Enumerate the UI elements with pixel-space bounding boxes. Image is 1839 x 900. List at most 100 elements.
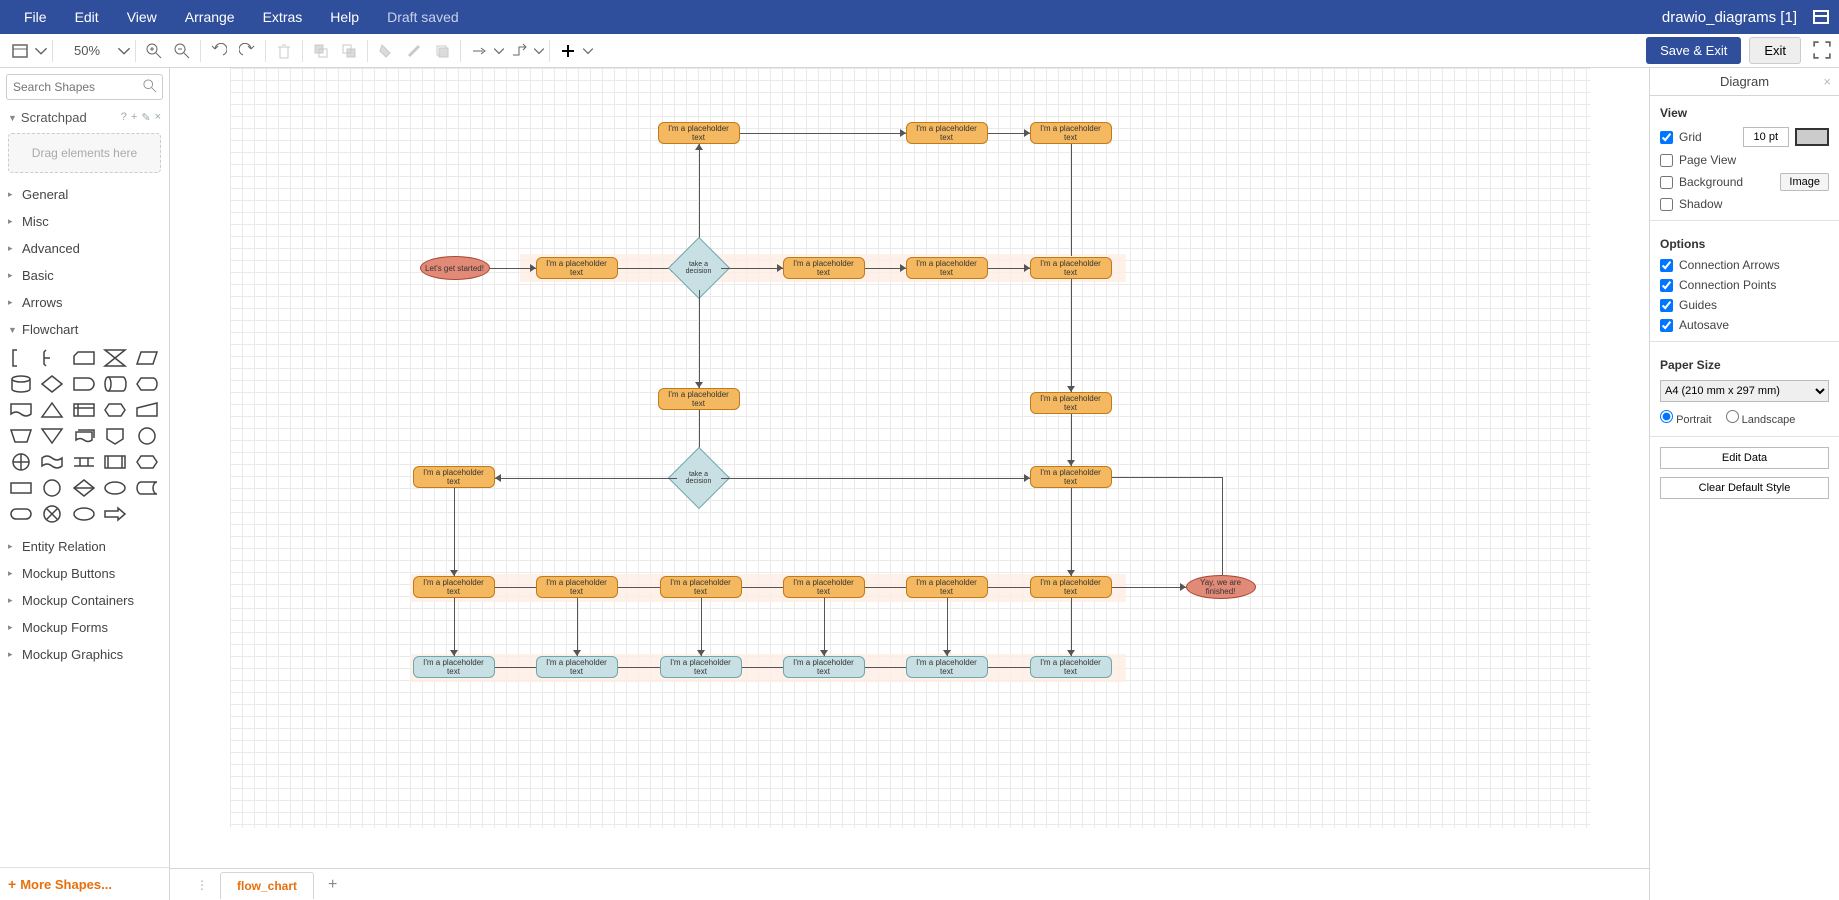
canvas-viewport[interactable]: I'm a placeholder text I'm a placeholder… xyxy=(170,68,1649,868)
node-process[interactable]: I'm a placeholder text xyxy=(658,388,740,410)
exit-button[interactable]: Exit xyxy=(1749,37,1801,64)
shape-sort2[interactable] xyxy=(71,477,97,499)
redo-icon[interactable] xyxy=(233,37,261,65)
node-end[interactable]: Yay, we are finished! xyxy=(1186,575,1256,599)
conn-arrows-checkbox[interactable] xyxy=(1660,259,1673,272)
node-process[interactable]: I'm a placeholder text xyxy=(1030,466,1112,488)
undo-icon[interactable] xyxy=(205,37,233,65)
cat-entity[interactable]: ▸Entity Relation xyxy=(0,533,169,560)
node-process[interactable]: I'm a placeholder text xyxy=(1030,257,1112,279)
menu-view[interactable]: View xyxy=(113,0,171,34)
connection-caret[interactable] xyxy=(493,37,505,65)
shape-direct-data[interactable] xyxy=(102,373,128,395)
pageview-checkbox[interactable] xyxy=(1660,154,1673,167)
node-process[interactable]: I'm a placeholder text xyxy=(783,576,865,598)
grid-size-input[interactable] xyxy=(1743,127,1789,147)
grid-checkbox[interactable] xyxy=(1660,131,1673,144)
add-page-icon[interactable]: + xyxy=(318,872,347,898)
shape-delay[interactable] xyxy=(71,373,97,395)
shape-internal[interactable] xyxy=(71,399,97,421)
shape-sum[interactable] xyxy=(39,503,65,525)
shape-input[interactable] xyxy=(134,399,160,421)
node-process[interactable]: I'm a placeholder text xyxy=(1030,122,1112,144)
cat-arrows[interactable]: ▸Arrows xyxy=(0,289,169,316)
node-process[interactable]: I'm a placeholder text xyxy=(906,122,988,144)
autosave-checkbox[interactable] xyxy=(1660,319,1673,332)
format-panel-close-icon[interactable]: × xyxy=(1823,74,1831,89)
shape-sort[interactable] xyxy=(39,477,65,499)
search-shapes-input[interactable] xyxy=(6,74,163,100)
node-process[interactable]: I'm a placeholder text xyxy=(413,576,495,598)
shadow-icon[interactable] xyxy=(428,37,456,65)
more-shapes-button[interactable]: +More Shapes... xyxy=(0,867,169,900)
cat-flowchart[interactable]: ▼Flowchart xyxy=(0,316,169,343)
fullscreen-icon[interactable] xyxy=(1813,41,1833,61)
clear-style-button[interactable]: Clear Default Style xyxy=(1660,477,1829,499)
grid-color-swatch[interactable] xyxy=(1795,128,1829,146)
menu-arrange[interactable]: Arrange xyxy=(171,0,249,34)
background-checkbox[interactable] xyxy=(1660,176,1673,189)
connection-icon[interactable] xyxy=(465,37,493,65)
scratchpad-edit-icon[interactable]: ✎ xyxy=(141,111,150,124)
node-subprocess[interactable]: I'm a placeholder text xyxy=(906,656,988,678)
shape-extract[interactable] xyxy=(39,399,65,421)
shape-predefined[interactable] xyxy=(102,451,128,473)
zoom-in-icon[interactable] xyxy=(140,37,168,65)
save-exit-button[interactable]: Save & Exit xyxy=(1646,37,1741,64)
cat-advanced[interactable]: ▸Advanced xyxy=(0,235,169,262)
fill-color-icon[interactable] xyxy=(372,37,400,65)
shape-annotation[interactable] xyxy=(8,347,34,369)
node-process[interactable]: I'm a placeholder text xyxy=(906,257,988,279)
shape-terminator[interactable] xyxy=(8,503,34,525)
format-panel-toggle-icon[interactable] xyxy=(1813,10,1829,24)
line-color-icon[interactable] xyxy=(400,37,428,65)
node-subprocess[interactable]: I'm a placeholder text xyxy=(660,656,742,678)
node-subprocess[interactable]: I'm a placeholder text xyxy=(413,656,495,678)
shape-offpage[interactable] xyxy=(102,425,128,447)
zoom-out-icon[interactable] xyxy=(168,37,196,65)
background-image-button[interactable]: Image xyxy=(1780,173,1829,191)
shape-or[interactable] xyxy=(8,451,34,473)
conn-points-checkbox[interactable] xyxy=(1660,279,1673,292)
portrait-radio[interactable]: Portrait xyxy=(1660,410,1712,426)
document-title[interactable]: drawio_diagrams [1] xyxy=(1662,9,1807,26)
shape-loop[interactable] xyxy=(102,399,128,421)
menu-help[interactable]: Help xyxy=(316,0,373,34)
view-dropdown[interactable] xyxy=(6,37,34,65)
shape-merge[interactable] xyxy=(39,425,65,447)
node-process[interactable]: I'm a placeholder text xyxy=(783,257,865,279)
shape-annotation2[interactable] xyxy=(39,347,65,369)
node-start[interactable]: Let's get started! xyxy=(420,256,490,280)
insert-caret[interactable] xyxy=(582,37,594,65)
shape-display[interactable] xyxy=(134,373,160,395)
shape-decision[interactable] xyxy=(39,373,65,395)
shape-card[interactable] xyxy=(71,347,97,369)
delete-icon[interactable] xyxy=(270,37,298,65)
cat-mockup-forms[interactable]: ▸Mockup Forms xyxy=(0,614,169,641)
cat-mockup-containers[interactable]: ▸Mockup Containers xyxy=(0,587,169,614)
scratchpad-header[interactable]: ▼ Scratchpad ? + ✎ × xyxy=(0,106,169,129)
diagram-canvas[interactable]: I'm a placeholder text I'm a placeholder… xyxy=(230,68,1590,828)
menu-edit[interactable]: Edit xyxy=(61,0,113,34)
shape-collate[interactable] xyxy=(102,347,128,369)
scratchpad-dropzone[interactable]: Drag elements here xyxy=(8,133,161,173)
shape-multidoc[interactable] xyxy=(71,425,97,447)
zoom-caret[interactable] xyxy=(117,37,131,65)
shape-parallel[interactable] xyxy=(71,451,97,473)
shape-data[interactable] xyxy=(134,347,160,369)
node-process[interactable]: I'm a placeholder text xyxy=(536,576,618,598)
cat-basic[interactable]: ▸Basic xyxy=(0,262,169,289)
node-process[interactable]: I'm a placeholder text xyxy=(413,466,495,488)
shape-tape[interactable] xyxy=(39,451,65,473)
shape-prep[interactable] xyxy=(134,451,160,473)
node-process[interactable]: I'm a placeholder text xyxy=(658,122,740,144)
waypoint-caret[interactable] xyxy=(533,37,545,65)
shape-stored[interactable] xyxy=(134,477,160,499)
shape-database[interactable] xyxy=(8,373,34,395)
shape-arrow[interactable] xyxy=(102,503,128,525)
shape-process[interactable] xyxy=(8,477,34,499)
menu-file[interactable]: File xyxy=(10,0,61,34)
shape-start[interactable] xyxy=(102,477,128,499)
page-menu-icon[interactable]: ⋮ xyxy=(188,878,216,892)
zoom-level[interactable]: 50% xyxy=(57,43,117,58)
